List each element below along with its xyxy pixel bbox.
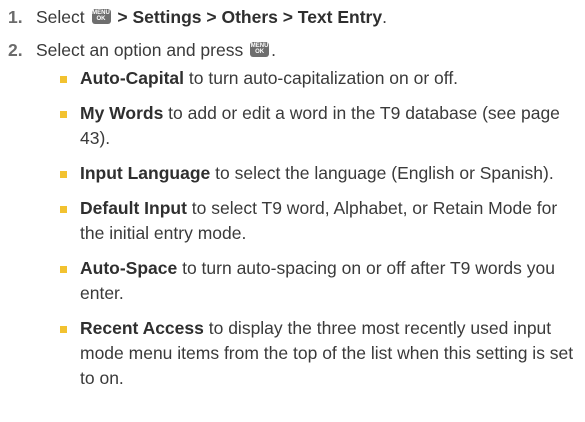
list-item: Auto-Space to turn auto-spacing on or of… — [60, 256, 580, 306]
option-term: Default Input — [80, 198, 187, 218]
square-bullet-icon — [60, 266, 67, 273]
step-suffix: . — [271, 40, 276, 60]
list-item: Auto-Capital to turn auto-capitalization… — [60, 66, 580, 91]
option-term: Input Language — [80, 163, 211, 183]
option-description: to turn auto-capitalization on or off. — [184, 68, 459, 88]
step-prefix: Select an option and press — [36, 40, 244, 60]
list-item: Recent Access to display the three most … — [60, 316, 580, 391]
square-bullet-icon — [60, 111, 67, 118]
list-item: Default Input to select T9 word, Alphabe… — [60, 196, 580, 246]
square-bullet-icon — [60, 326, 67, 333]
menu-ok-key-icon: MENU OK — [91, 8, 111, 24]
square-bullet-icon — [60, 206, 67, 213]
step-number: 2. — [8, 40, 23, 60]
menu-ok-key-icon: MENU OK — [250, 41, 270, 57]
step-2: 2. Select an option and press MENU OK. — [8, 37, 276, 63]
option-term: My Words — [80, 103, 164, 123]
list-item: My Words to add or edit a word in the T9… — [60, 101, 580, 151]
menu-path: > Settings > Others > Text Entry — [117, 7, 383, 27]
step-1: 1. Select MENU OK > Settings > Others > Te… — [8, 4, 387, 30]
option-term: Auto-Space — [80, 258, 178, 278]
option-list: Auto-Capital to turn auto-capitalization… — [60, 66, 580, 401]
square-bullet-icon — [60, 76, 67, 83]
square-bullet-icon — [60, 171, 67, 178]
step-prefix: Select — [36, 7, 85, 27]
option-term: Recent Access — [80, 318, 204, 338]
option-description: to select the language (English or Spani… — [210, 163, 554, 183]
step-suffix: . — [382, 7, 387, 27]
option-term: Auto-Capital — [80, 68, 185, 88]
list-item: Input Language to select the language (E… — [60, 161, 580, 186]
instruction-page: 1. Select MENU OK > Settings > Others > Te… — [0, 0, 585, 422]
step-number: 1. — [8, 7, 23, 27]
